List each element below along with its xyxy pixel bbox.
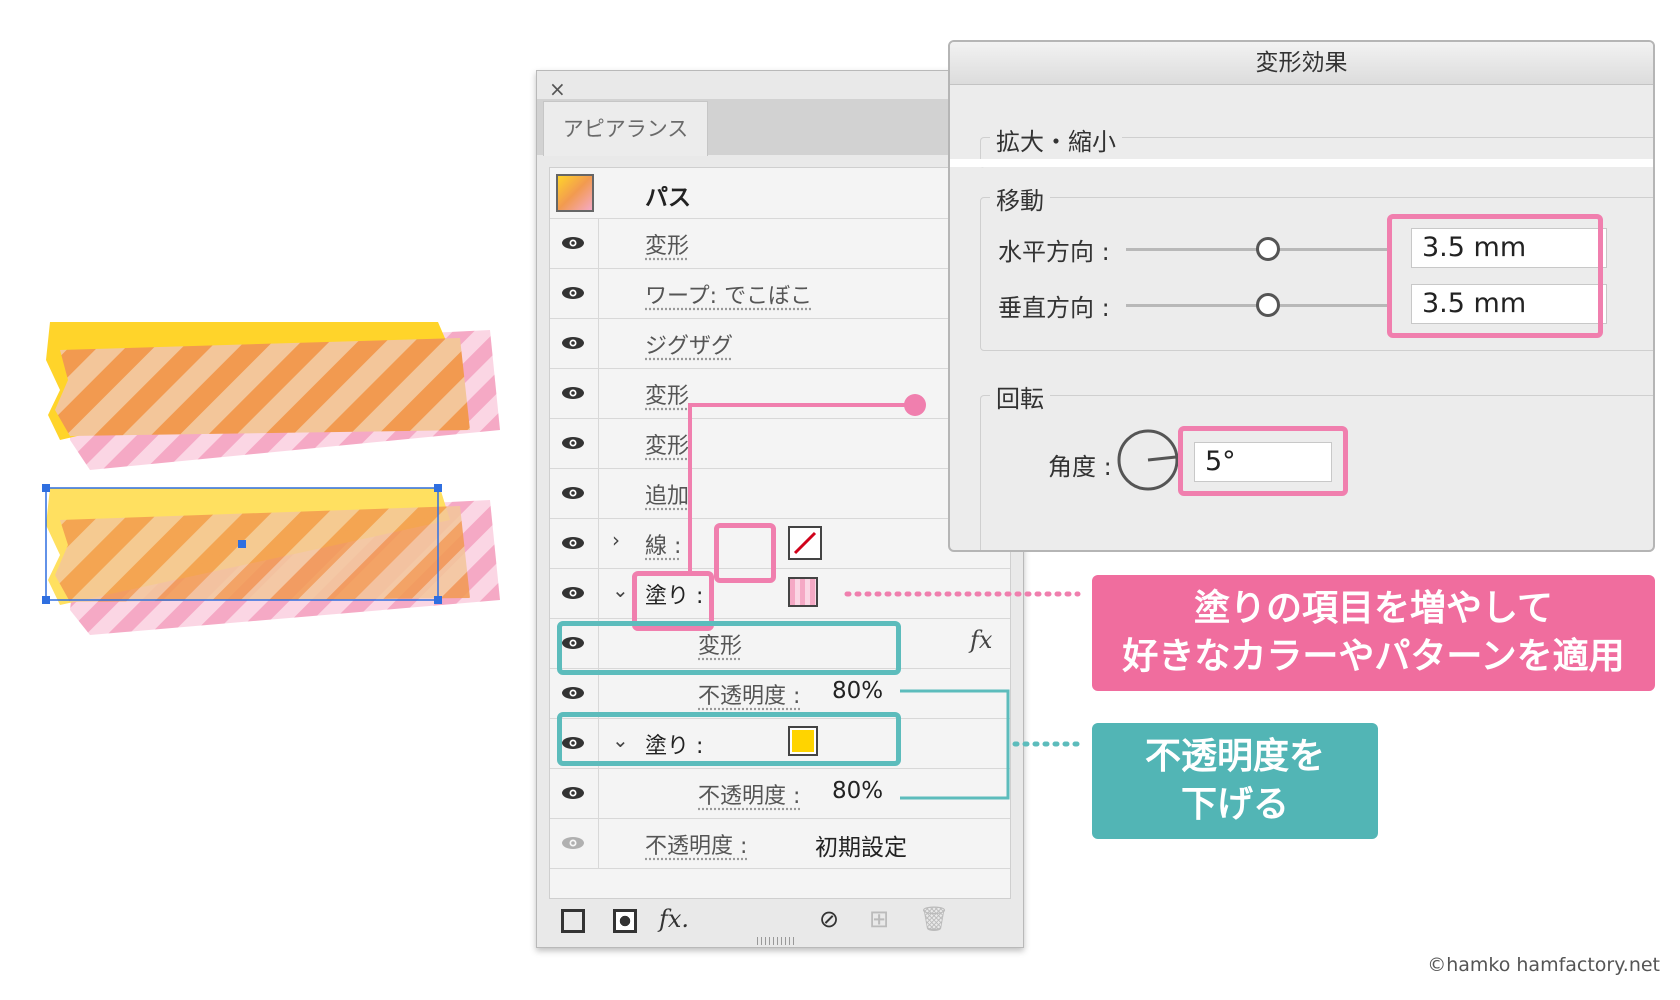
copyright: ©hamko hamfactory.net — [1427, 954, 1660, 976]
pink-callout: 塗りの項目を増やして 好きなカラーやパターンを適用 — [1092, 575, 1655, 691]
teal-callout-line1: 不透明度を — [1144, 736, 1325, 777]
teal-callout-line2: 下げる — [1180, 784, 1289, 825]
pink-callout-line1: 塗りの項目を増やして — [1194, 588, 1553, 629]
teal-callout: 不透明度を 下げる — [1092, 723, 1378, 839]
pink-callout-line2: 好きなカラーやパターンを適用 — [1122, 636, 1625, 677]
connector-lines — [688, 394, 1081, 800]
